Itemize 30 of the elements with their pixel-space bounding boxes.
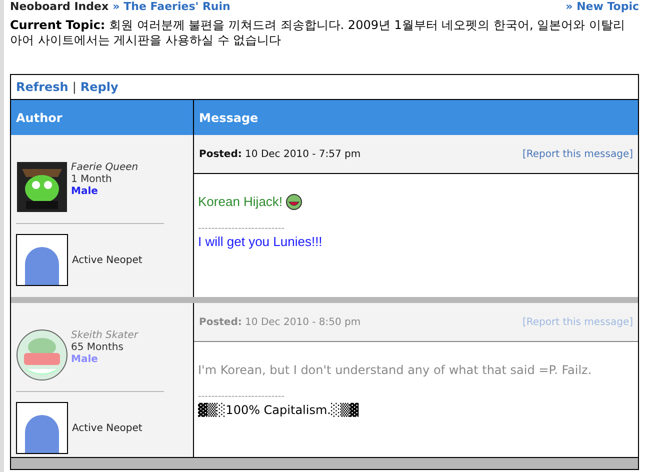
author-gender: Male xyxy=(71,354,99,366)
message-text: ▓▒░100% Capitalism.░▒▓ xyxy=(198,402,360,418)
message-text: I will get you Lunies!!! xyxy=(198,234,324,250)
action-link[interactable]: Reply xyxy=(80,78,118,96)
post-date: Posted: 10 Dec 2010 - 7:57 pm xyxy=(199,148,361,162)
message-text: Korean Hijack! xyxy=(198,194,283,210)
author-name[interactable]: Faerie Queen xyxy=(71,162,138,174)
pet-image xyxy=(16,234,68,286)
current-topic: Current Topic: 회원 여러분께 불편을 끼쳐드려 죄송합니다. 2009년 1월부터 네오펫의 한국어, 일본어와 이탈리아어 사이트에서는 게시판을 사용하실 수 없습니다 xyxy=(10,18,626,48)
column-header: Message xyxy=(198,110,260,127)
dashed-rule: -------------------------- xyxy=(198,224,286,234)
report-link[interactable]: [Report this message] xyxy=(522,146,633,162)
separator: | xyxy=(72,79,76,96)
pet-status: Active Neopet xyxy=(72,422,142,436)
author-gender: Male xyxy=(71,186,99,198)
new-topic-link[interactable]: » New Topic xyxy=(566,0,639,14)
member-age: 1 Month xyxy=(71,174,113,186)
member-age: 65 Months xyxy=(71,342,124,354)
pet-image xyxy=(16,402,68,454)
pet-status: Active Neopet xyxy=(72,254,142,268)
action-link[interactable]: Refresh xyxy=(16,78,68,96)
breadcrumb-link[interactable]: The Faeries' Ruin xyxy=(124,0,230,14)
avatar-image xyxy=(16,161,68,213)
author-name[interactable]: Skeith Skater xyxy=(71,330,138,342)
breadcrumb-separator: » xyxy=(112,0,120,14)
message-text: I'm Korean, but I don't understand any of what that said =P. Failz. xyxy=(198,362,593,378)
dashed-rule: -------------------------- xyxy=(198,392,286,402)
post-date: Posted: 10 Dec 2010 - 8:50 pm xyxy=(199,316,361,330)
avatar-image xyxy=(16,329,68,381)
breadcrumb-link[interactable]: Neoboard Index xyxy=(10,0,109,14)
